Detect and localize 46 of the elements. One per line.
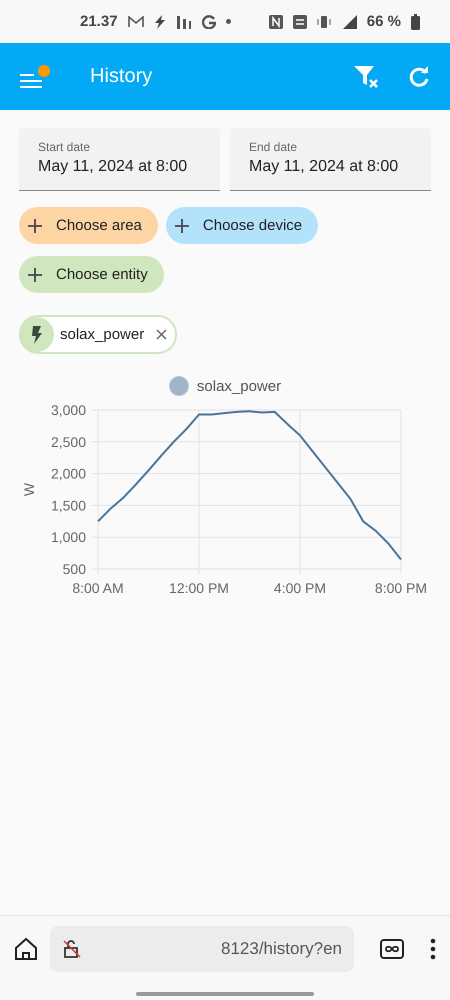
plus-icon (28, 218, 42, 232)
date-field[interactable]: End date May 11, 2024 at 8:00 (230, 128, 431, 191)
choose-chip[interactable]: Choose entity (19, 256, 164, 293)
choose-chip[interactable]: Choose device (166, 207, 318, 244)
entity-name: solax_power (60, 326, 144, 343)
volte-icon (292, 14, 307, 28)
refresh-button[interactable] (408, 66, 430, 88)
close-button[interactable] (156, 329, 168, 340)
axis-label: 2,500 (50, 434, 86, 450)
vibrate-icon (316, 14, 331, 28)
mail-icon (128, 16, 144, 28)
address-bar[interactable]: 8123/history?en (50, 926, 354, 972)
axis-label: 8:00 AM (72, 580, 124, 596)
legend-label: solax_power (196, 378, 282, 394)
axis-title: W (21, 482, 37, 496)
lightning-icon (19, 317, 54, 352)
home-button[interactable] (14, 937, 38, 961)
chart-icon (176, 14, 192, 30)
legend-dot (168, 376, 189, 396)
axis-label: 8:00 PM (374, 580, 428, 596)
axis-label: 2,000 (50, 466, 86, 482)
date-field[interactable]: Start date May 11, 2024 at 8:00 (19, 128, 220, 191)
dot-icon (226, 19, 231, 24)
axis-label: 3,000 (50, 402, 86, 418)
entity-chip[interactable]: solax_power (19, 315, 178, 354)
plus-icon (28, 268, 42, 282)
clock: 21.37 (80, 13, 118, 30)
axis-label: 500 (62, 561, 86, 577)
crossed-lock-icon (62, 939, 82, 959)
choose-chip[interactable]: Choose area (19, 207, 158, 244)
axis-label: 1,000 (50, 529, 86, 546)
more-button[interactable] (430, 938, 436, 960)
battery-icon (411, 14, 420, 30)
axis-label: 4:00 PM (274, 580, 326, 596)
menu-button[interactable] (20, 64, 50, 88)
signal-icon (340, 14, 357, 28)
plus-icon (174, 218, 189, 232)
axis-label: 1,500 (50, 497, 86, 514)
lightning-icon (154, 14, 166, 28)
tabs-button[interactable] (380, 939, 404, 959)
page-title: History (90, 65, 154, 88)
g-icon (202, 14, 216, 28)
axis-label: 12:00 PM (169, 580, 229, 596)
battery-percentage: 66 % (366, 13, 401, 30)
nfc-icon (268, 14, 283, 28)
clear-filter-button[interactable] (354, 64, 380, 88)
